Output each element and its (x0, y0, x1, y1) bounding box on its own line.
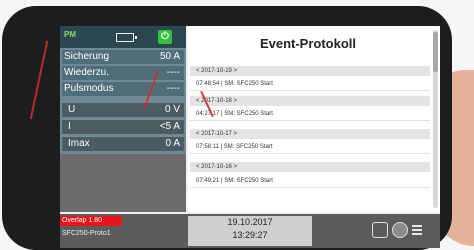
status-bar: PM ⏻ (60, 26, 186, 48)
event-date-header: < 2017-10-18 > (190, 96, 430, 106)
measurement-value: 0 V (164, 104, 180, 115)
measurement-value: 0 A (165, 138, 180, 149)
measurement-row-current: I <5 A (62, 119, 184, 134)
event-entry[interactable]: 07:58:11 | SM: SFC250 Start (190, 140, 430, 154)
left-panel: PM ⏻ Sicherung 50 A Wiederzu. ---- Pulsm… (60, 26, 186, 212)
date-text: 19.10.2017 (227, 217, 273, 227)
event-log-panel: Event-Protokoll < 2017-10-19 > 07:48:54 … (188, 26, 440, 212)
measurement-label: U (68, 104, 76, 115)
settings-icon[interactable] (392, 222, 408, 238)
setting-row-pulsmodus[interactable]: Pulsmodus ---- (62, 82, 184, 96)
event-log-title: Event-Protokoll (259, 36, 357, 51)
file-name: SFC250-Proto1 (62, 230, 111, 237)
setting-value: ---- (166, 83, 180, 94)
measurement-row-voltage: U 0 V (62, 102, 184, 117)
event-entry[interactable]: 04:27:17 | SM: SFC250 Start (190, 107, 430, 121)
scrollbar-thumb[interactable] (433, 32, 438, 72)
setting-label: Wiederzu. (64, 67, 110, 78)
power-icon[interactable]: ⏻ (158, 30, 172, 44)
event-entry[interactable]: 07:48:54 | SM: SFC250 Start (190, 77, 430, 91)
mode-indicator: PM (64, 30, 76, 39)
left-panel-empty-area (60, 154, 186, 212)
setting-label: Pulsmodus (64, 83, 114, 94)
export-icon[interactable] (372, 222, 388, 238)
event-date-header: < 2017-10-19 > (190, 66, 430, 76)
setting-label: Sicherung (64, 51, 110, 62)
tablet-device: PM ⏻ Sicherung 50 A Wiederzu. ---- Pulsm… (2, 6, 452, 250)
datetime-display: 19.10.2017 13:29:27 (188, 216, 312, 246)
setting-value: ---- (166, 67, 180, 78)
event-date-header: < 2017-10-16 > (190, 162, 430, 172)
measurement-row-imax: Imax 0 A (62, 136, 184, 151)
measurement-value: <5 A (159, 121, 180, 132)
measurement-label: I (68, 121, 71, 132)
event-entry[interactable]: 07:49:21 | SM: SFC250 Start (190, 174, 430, 188)
setting-value: 50 A (159, 51, 180, 62)
event-date-header: < 2017-10-17 > (190, 129, 430, 139)
time-text: 13:29:27 (232, 230, 268, 240)
hmi-screen: PM ⏻ Sicherung 50 A Wiederzu. ---- Pulsm… (60, 26, 440, 248)
menu-icon[interactable] (412, 225, 422, 237)
measurement-label: Imax (68, 138, 90, 149)
setting-row-wiederzu[interactable]: Wiederzu. ---- (62, 66, 184, 80)
alarm-badge[interactable]: Overlap 1.80 (60, 216, 122, 226)
setting-row-sicherung[interactable]: Sicherung 50 A (62, 50, 184, 64)
battery-icon (116, 33, 137, 42)
